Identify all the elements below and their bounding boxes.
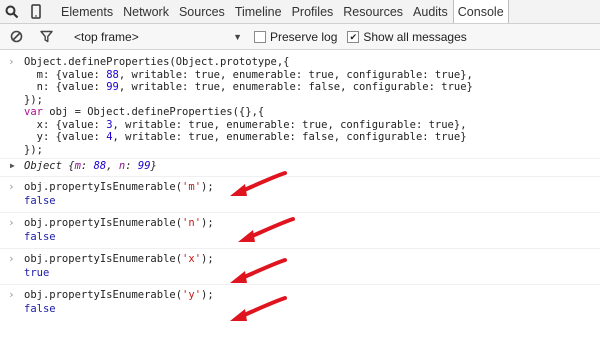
frame-select-value: <top frame> [74, 29, 139, 44]
command-line: obj.propertyIsEnumerable('m'); [24, 180, 214, 193]
code-line: Object.defineProperties(Object.prototype… [24, 56, 290, 68]
filter-icon[interactable] [36, 27, 56, 47]
console-input-block: › Object.defineProperties(Object.prototy… [0, 51, 600, 159]
tab-resources[interactable]: Resources [338, 0, 408, 24]
tab-timeline[interactable]: Timeline [230, 0, 287, 24]
code-line: m: {value: 88, writable: true, enumerabl… [24, 68, 473, 81]
tab-network[interactable]: Network [118, 0, 174, 24]
show-all-messages-checkbox[interactable]: ✔ Show all messages [347, 29, 467, 44]
console-entry: › obj.propertyIsEnumerable('n'); false [0, 213, 600, 249]
console-object-result[interactable]: ▶ Object {m: 88, n: 99} [0, 159, 600, 177]
code-line: var obj = Object.defineProperties({},{ [24, 106, 265, 118]
tab-elements[interactable]: Elements [56, 0, 118, 24]
console-entry: › obj.propertyIsEnumerable('m'); false [0, 177, 600, 213]
command-line: obj.propertyIsEnumerable('n'); [24, 216, 214, 229]
prompt-icon: › [8, 215, 15, 229]
console-entry: › obj.propertyIsEnumerable('x'); true [0, 249, 600, 285]
tab-audits[interactable]: Audits [408, 0, 453, 24]
code-line: }); [24, 93, 43, 106]
red-arrow-annotation [238, 217, 295, 242]
tab-profiles[interactable]: Profiles [287, 0, 339, 24]
object-preview: Object {m: 88, n: 99} [24, 160, 157, 172]
prompt-icon: › [8, 179, 15, 193]
tab-console[interactable]: Console [452, 0, 509, 23]
chevron-down-icon: ▼ [233, 31, 242, 42]
show-all-messages-label: Show all messages [363, 29, 467, 44]
preserve-log-checkbox[interactable]: Preserve log [254, 30, 337, 44]
devtools-toolbar: Elements Network Sources Timeline Profil… [0, 0, 600, 24]
console-messages: › Object.defineProperties(Object.prototy… [0, 51, 600, 320]
command-line: obj.propertyIsEnumerable('y'); [24, 288, 214, 301]
code-line: n: {value: 99, writable: true, enumerabl… [24, 81, 473, 93]
red-arrow-annotation [230, 296, 287, 321]
prompt-icon: › [8, 251, 15, 265]
checkbox-box [254, 30, 266, 43]
code-line: }); [24, 143, 43, 156]
tab-sources[interactable]: Sources [174, 0, 230, 24]
checkmark-icon: ✔ [347, 30, 360, 43]
command-result: false [24, 303, 56, 315]
clear-console-icon[interactable] [6, 27, 26, 47]
red-arrow-annotation [230, 171, 287, 196]
frame-select[interactable]: <top frame> ▼ [74, 30, 246, 44]
panel-tabs: Elements Network Sources Timeline Profil… [56, 0, 509, 24]
command-result: false [24, 195, 56, 207]
search-icon[interactable] [0, 0, 24, 24]
prompt-icon: › [8, 55, 15, 68]
console-filter-bar: <top frame> ▼ Preserve log ✔ Show all me… [0, 24, 600, 50]
console-entry: › obj.propertyIsEnumerable('y'); false [0, 285, 600, 320]
device-mode-icon[interactable] [24, 0, 48, 24]
command-result: true [24, 267, 50, 279]
code-line: x: {value: 3, writable: true, enumerable… [24, 118, 467, 131]
red-arrow-annotation [230, 258, 287, 283]
expand-triangle-icon[interactable]: ▶ [10, 161, 15, 170]
preserve-log-label: Preserve log [270, 29, 338, 44]
code-line: y: {value: 4, writable: true, enumerable… [24, 131, 467, 143]
command-result: false [24, 231, 56, 243]
prompt-icon: › [8, 287, 15, 301]
command-line: obj.propertyIsEnumerable('x'); [24, 252, 214, 265]
